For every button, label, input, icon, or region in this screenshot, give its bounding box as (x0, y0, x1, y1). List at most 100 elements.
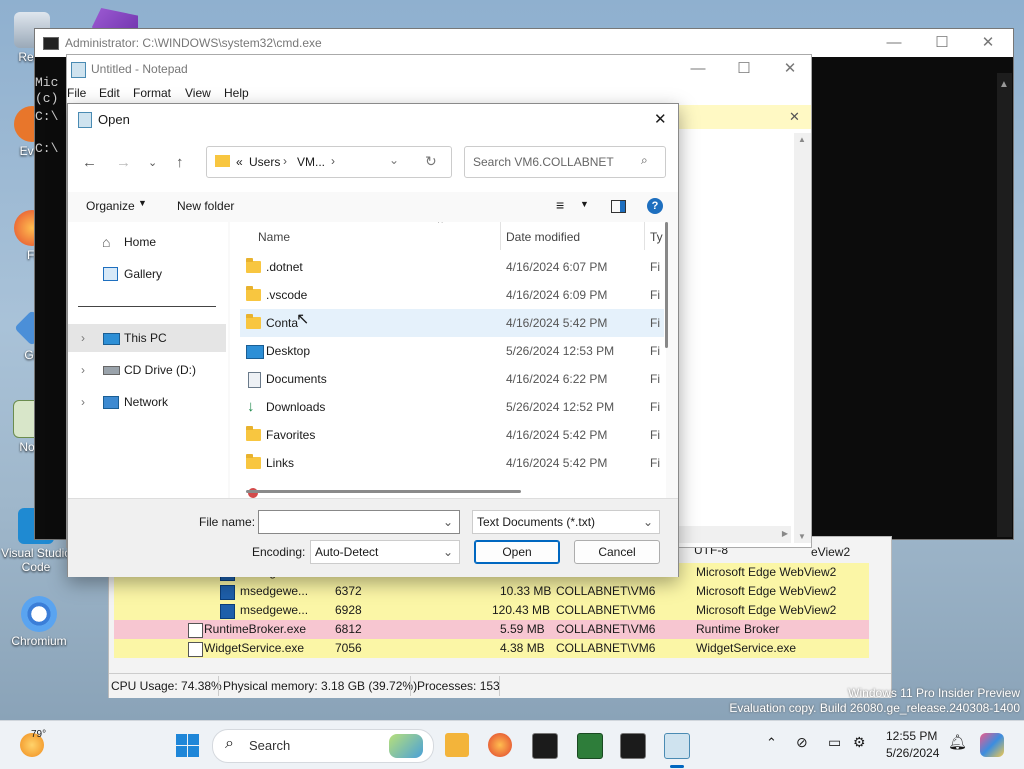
list-item[interactable]: .dotnet 4/16/2024 6:07 PM Fi (240, 253, 664, 281)
maximize-icon[interactable]: ☐ (919, 29, 965, 57)
chevron-up-icon[interactable]: ⌃ (766, 735, 777, 751)
list-item[interactable]: .vscode 4/16/2024 6:09 PM Fi (240, 281, 664, 309)
file-date: 5/26/2024 12:52 PM (506, 400, 615, 414)
notepad-vertical-scrollbar[interactable]: ▲ ▼ (794, 133, 811, 543)
recent-locations-chevron-icon[interactable]: ⌄ (148, 156, 157, 169)
column-header-name[interactable]: Name (258, 230, 290, 244)
list-item[interactable]: Links 4/16/2024 5:42 PM Fi (240, 449, 664, 477)
nav-item-network[interactable]: › Network (68, 388, 226, 416)
clock-date[interactable]: 5/26/2024 (886, 746, 939, 760)
expand-chevron-icon[interactable]: › (81, 388, 85, 416)
chevron-down-icon[interactable]: ⌄ (443, 511, 453, 533)
maximize-icon[interactable]: ☐ (721, 55, 767, 83)
minimize-icon[interactable]: — (871, 29, 917, 57)
dialog-titlebar[interactable]: Open ✕ (68, 104, 678, 134)
search-highlight-icon (389, 734, 423, 758)
menu-file[interactable]: File (67, 86, 86, 100)
terminal-icon[interactable] (532, 733, 558, 759)
breadcrumb-separator-icon: › (331, 154, 335, 168)
view-dropdown-icon[interactable]: ▼ (580, 199, 589, 209)
organize-dropdown-icon[interactable]: ▼ (138, 198, 147, 208)
menu-help[interactable]: Help (224, 86, 249, 100)
file-type-select[interactable]: Text Documents (*.txt) ⌄ (472, 510, 660, 534)
vertical-scrollbar[interactable] (665, 222, 668, 348)
nav-item-cd-drive[interactable]: › CD Drive (D:) (68, 356, 226, 384)
nav-item-gallery[interactable]: Gallery (68, 260, 226, 288)
chevron-down-icon[interactable]: ⌄ (643, 511, 653, 533)
address-bar[interactable]: « Users › VM... › ⌄ ↻ (206, 146, 452, 178)
truncated-description: eView2 (811, 545, 851, 559)
breadcrumb-separator-icon: › (283, 154, 287, 168)
breadcrumb-overflow[interactable]: « (236, 155, 243, 169)
breadcrumb-user-folder[interactable]: VM... (297, 155, 325, 169)
process-user: COLLABNET\VM6 (556, 622, 656, 636)
display-icon[interactable]: ▭ (828, 734, 841, 751)
close-icon[interactable]: ✕ (965, 29, 1011, 57)
notepad-horizontal-scrollbar[interactable]: ▶ (677, 526, 791, 543)
help-icon[interactable]: ? (647, 198, 663, 214)
taskbar-search-box[interactable]: ⌕ Search (212, 729, 434, 763)
clock-time[interactable]: 12:55 PM (886, 729, 937, 743)
cancel-button[interactable]: Cancel (574, 540, 660, 564)
menu-format[interactable]: Format (133, 86, 171, 100)
file-name-input[interactable]: ⌄ (258, 510, 460, 534)
notepad-icon[interactable] (664, 733, 690, 759)
column-header-type[interactable]: Ty (650, 230, 663, 244)
desktop-icon-chromium[interactable]: Chromium (4, 596, 74, 648)
forward-arrow-icon[interactable]: → (116, 154, 131, 171)
search-box[interactable]: Search VM6.COLLABNET ⌕ (464, 146, 666, 178)
file-name: Conta (266, 316, 299, 330)
settings-icon[interactable]: ⚙ (853, 734, 866, 751)
table-row[interactable]: msedgewe... 6928 120.43 MB COLLABNET\VM6… (114, 601, 869, 620)
address-dropdown-icon[interactable]: ⌄ (389, 153, 399, 167)
notepad-titlebar[interactable]: Untitled - Notepad — ☐ ✕ (67, 55, 811, 83)
task-manager-icon[interactable] (577, 733, 603, 759)
new-folder-button[interactable]: New folder (177, 199, 234, 213)
menu-view[interactable]: View (185, 86, 211, 100)
back-arrow-icon[interactable]: ← (82, 154, 97, 171)
list-item[interactable]: Desktop 5/26/2024 12:53 PM Fi (240, 337, 664, 365)
table-row[interactable]: RuntimeBroker.exe 6812 5.59 MB COLLABNET… (114, 620, 869, 639)
file-explorer-icon[interactable] (445, 733, 469, 757)
firefox-icon[interactable] (488, 733, 512, 757)
encoding-value: Auto-Detect (315, 545, 379, 559)
nav-item-home[interactable]: ⌂ Home (68, 228, 226, 256)
expand-chevron-icon[interactable]: › (81, 324, 85, 352)
windows-start-icon[interactable] (176, 734, 200, 758)
close-icon[interactable]: ✕ (789, 109, 800, 125)
up-arrow-icon[interactable]: ↑ (176, 154, 184, 171)
cmd-scrollbar[interactable]: ▲ (997, 73, 1012, 537)
menu-edit[interactable]: Edit (99, 86, 120, 100)
horizontal-scrollbar[interactable] (246, 490, 521, 493)
chevron-down-icon[interactable]: ⌄ (443, 541, 453, 563)
notification-bell-icon[interactable]: 🔔︎ (948, 733, 967, 751)
column-header-date-modified[interactable]: Date modified (506, 230, 580, 244)
list-item[interactable]: Favorites 4/16/2024 5:42 PM Fi (240, 421, 664, 449)
refresh-icon[interactable]: ↻ (425, 153, 437, 170)
copilot-icon[interactable] (980, 733, 1004, 757)
cmd-line: C:\ (35, 109, 59, 124)
list-item[interactable]: Conta 4/16/2024 5:42 PM Fi ↖ (240, 309, 664, 337)
close-icon[interactable]: ✕ (654, 110, 667, 128)
process-icon (220, 585, 235, 600)
expand-chevron-icon[interactable]: › (81, 356, 85, 384)
cmd-titlebar[interactable]: Administrator: C:\WINDOWS\system32\cmd.e… (35, 29, 1013, 57)
search-icon[interactable]: ⌕ (641, 153, 648, 168)
minimize-icon[interactable]: — (675, 55, 721, 83)
view-options-icon[interactable]: ≡ (556, 197, 564, 213)
cmd-icon[interactable] (620, 733, 646, 759)
nav-item-this-pc[interactable]: › This PC (68, 324, 226, 352)
organize-button[interactable]: Organize (86, 199, 135, 213)
close-icon[interactable]: ✕ (767, 55, 813, 83)
list-item[interactable]: ↓ Downloads 5/26/2024 12:52 PM Fi (240, 393, 664, 421)
list-item[interactable]: Documents 4/16/2024 6:22 PM Fi (240, 365, 664, 393)
open-button[interactable]: Open (474, 540, 560, 564)
breadcrumb-users[interactable]: Users (249, 155, 280, 169)
table-row[interactable]: msedgewe... 6372 10.33 MB COLLABNET\VM6 … (114, 582, 869, 601)
process-memory: 5.59 MB (500, 622, 545, 636)
preview-pane-icon[interactable] (611, 200, 626, 213)
encoding-select[interactable]: Auto-Detect ⌄ (310, 540, 460, 564)
table-row[interactable]: WidgetService.exe 7056 4.38 MB COLLABNET… (114, 639, 869, 658)
network-offline-icon[interactable]: ⊘ (796, 734, 808, 751)
nav-item-label: Network (124, 395, 169, 409)
